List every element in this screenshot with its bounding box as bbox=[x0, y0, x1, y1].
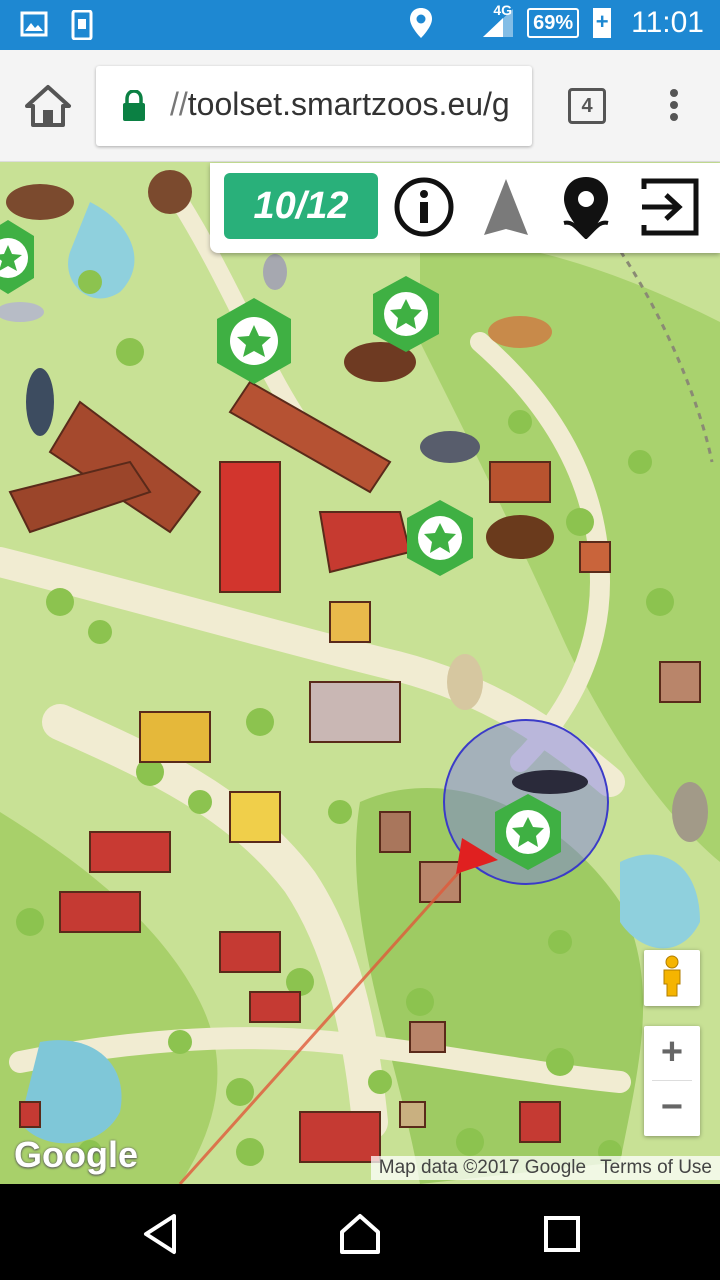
terms-of-use-link[interactable]: Terms of Use bbox=[600, 1157, 712, 1179]
navigation-arrow-icon[interactable] bbox=[474, 175, 538, 239]
map-data-credit: Map data ©2017 Google bbox=[378, 1157, 587, 1178]
battery-level: 69% bbox=[533, 11, 574, 34]
zoom-in-button[interactable]: + bbox=[644, 1026, 700, 1081]
signal-icon bbox=[483, 9, 514, 37]
charging-icon: + bbox=[593, 8, 612, 38]
poi-marker-star[interactable] bbox=[215, 296, 293, 386]
poi-marker-star[interactable] bbox=[0, 218, 36, 302]
home-icon[interactable] bbox=[338, 1212, 382, 1256]
google-logo: Google bbox=[14, 1134, 138, 1175]
image-icon bbox=[20, 11, 48, 37]
home-icon[interactable] bbox=[22, 82, 74, 130]
clock: 11:01 bbox=[631, 6, 704, 39]
tab-switcher-button[interactable]: 4 bbox=[568, 88, 606, 124]
back-icon[interactable] bbox=[138, 1212, 182, 1256]
map-pin-icon[interactable] bbox=[554, 175, 618, 239]
recents-icon[interactable] bbox=[540, 1212, 584, 1256]
android-nav-bar bbox=[0, 1184, 720, 1280]
url-scheme: // bbox=[170, 86, 188, 122]
info-icon[interactable] bbox=[392, 175, 456, 239]
url-text: //toolset.smartzoos.eu/g bbox=[170, 86, 510, 123]
url-host: toolset.smartzoos.eu/g bbox=[187, 86, 510, 122]
address-bar[interactable]: //toolset.smartzoos.eu/g bbox=[96, 66, 532, 146]
poi-marker-star[interactable] bbox=[371, 274, 441, 354]
zoom-out-button[interactable]: − bbox=[644, 1081, 700, 1136]
overflow-menu-icon[interactable] bbox=[660, 86, 688, 130]
street-view-pegman-button[interactable] bbox=[644, 950, 700, 1006]
score-badge: 10/12 bbox=[224, 173, 378, 239]
zoom-control: + − bbox=[644, 1026, 700, 1136]
location-icon bbox=[410, 8, 433, 38]
pegman-icon bbox=[663, 955, 681, 997]
exit-icon[interactable] bbox=[638, 175, 702, 239]
zoo-map[interactable] bbox=[0, 162, 720, 1184]
poi-marker-star[interactable] bbox=[405, 498, 475, 578]
game-toolbar: 10/12 bbox=[210, 163, 720, 253]
battery-icon: 69% bbox=[527, 8, 580, 38]
map-attribution: Map data ©2017 Google Terms of Use bbox=[370, 1156, 720, 1180]
zoom-separator bbox=[652, 1080, 692, 1081]
lock-icon bbox=[123, 90, 145, 121]
browser-toolbar: //toolset.smartzoos.eu/g 4 bbox=[0, 50, 720, 162]
phone-download-icon bbox=[71, 10, 93, 40]
status-bar: 4G 69% + 11:01 bbox=[0, 0, 720, 50]
map-illustration bbox=[0, 162, 720, 1184]
poi-marker-star[interactable] bbox=[493, 792, 563, 872]
